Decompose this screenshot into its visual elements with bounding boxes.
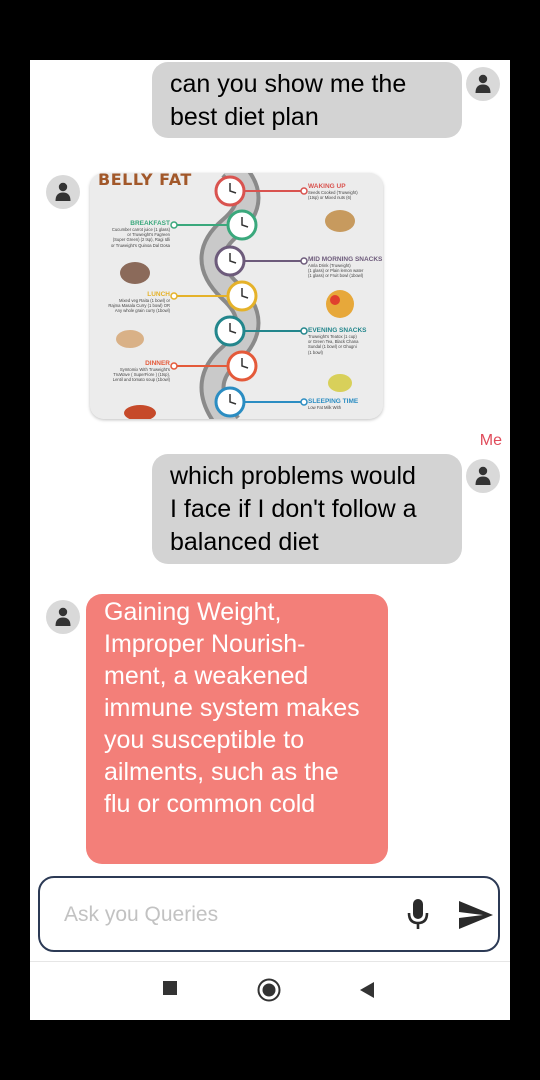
outgoing-message[interactable]: can you show me the best diet plan <box>152 62 462 138</box>
person-icon <box>55 607 71 626</box>
infographic-item: WAKING UP Seeds Cooked (Truweight) (1tsp… <box>308 183 358 201</box>
bot-avatar <box>46 175 80 209</box>
infographic-item: MID MORNING SNACKS Amla Drink (Truweight… <box>308 256 383 279</box>
infographic-title: BELLY FAT <box>98 173 192 189</box>
user-avatar <box>466 459 500 493</box>
query-input-box <box>38 876 500 952</box>
bot-reply-message[interactable]: Gaining Weight, Improper Nourish- ment, … <box>86 594 388 864</box>
chat-screen: can you show me the best diet plan BELLY… <box>30 60 510 1020</box>
sender-label: Me <box>479 432 502 449</box>
mic-icon[interactable] <box>406 898 430 932</box>
query-input[interactable] <box>62 900 386 930</box>
user-avatar <box>466 67 500 101</box>
bot-avatar <box>46 600 80 634</box>
infographic-item: SLEEPING TIME Low Fat Milk With <box>308 398 359 410</box>
person-icon <box>475 74 491 93</box>
back-triangle-icon[interactable] <box>359 981 375 999</box>
outgoing-message[interactable]: which problems would I face if I don't f… <box>152 454 462 564</box>
infographic-item: LUNCH Mixed veg Raita (1 bowl) or Rajma … <box>108 291 170 314</box>
square-stop-icon[interactable] <box>162 980 178 996</box>
home-circle-icon[interactable] <box>257 978 281 1002</box>
infographic-item: BREAKFAST Cucumber carrot juice (1 glass… <box>111 220 170 248</box>
person-icon <box>55 182 71 201</box>
person-icon <box>475 466 491 485</box>
send-icon[interactable] <box>458 900 494 930</box>
diet-plan-image[interactable]: BELLY FAT WAKING UP Seeds Cooked (Truwei… <box>90 173 383 419</box>
infographic-item: EVENING SNACKS Truweight's Teatox (1 cup… <box>308 327 367 355</box>
infographic-item: DINNER Symtomix With Truweight's TruWave… <box>112 360 170 383</box>
divider <box>30 961 510 962</box>
